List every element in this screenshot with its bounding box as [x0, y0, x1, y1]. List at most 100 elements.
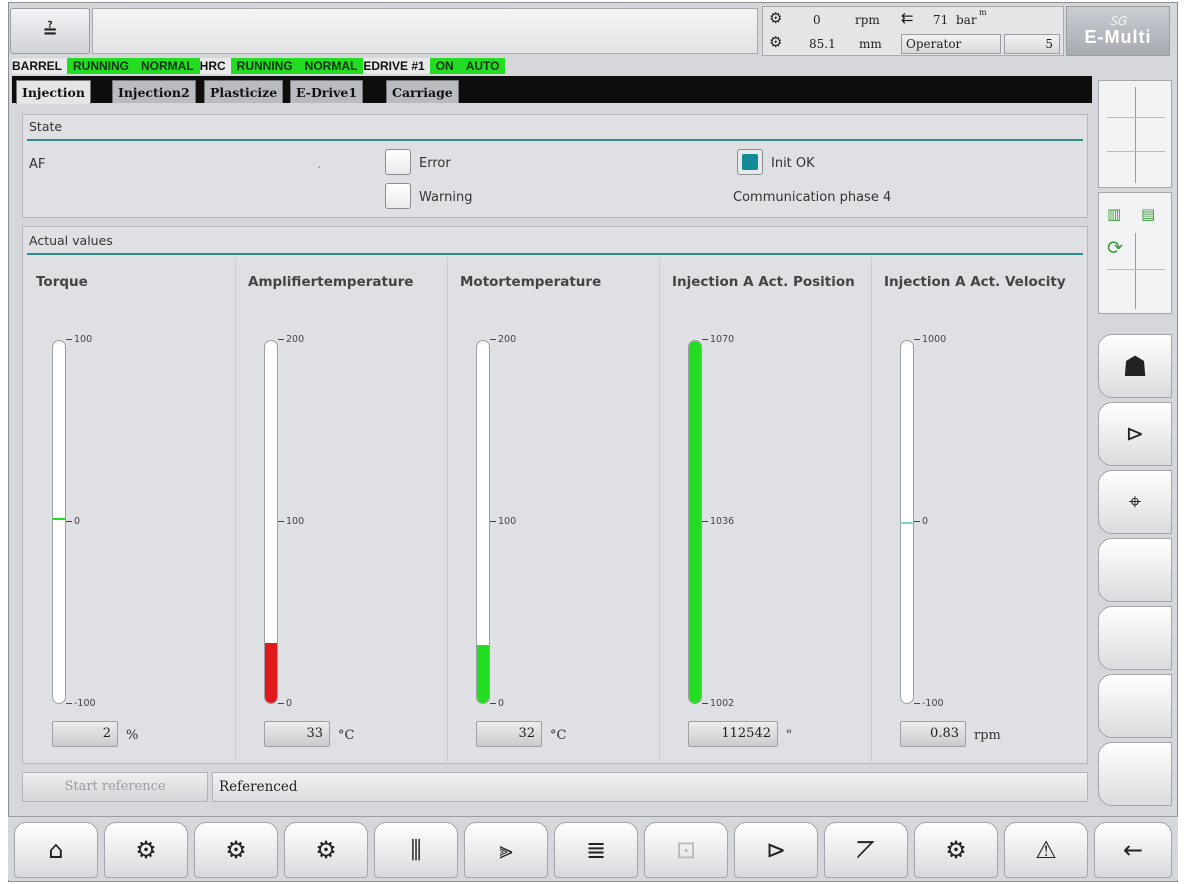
- message-field: [92, 8, 758, 54]
- gauge-value: 0.83: [900, 721, 966, 747]
- list-button[interactable]: ≣: [554, 822, 638, 878]
- referenced-status: Referenced: [212, 772, 1088, 802]
- gauge-max-tick: 1070: [702, 334, 734, 345]
- strip-item: RUNNING: [67, 58, 135, 74]
- communication-phase: Communication phase 4: [733, 190, 892, 205]
- strip-item: RUNNING: [230, 58, 299, 74]
- gauge-bar: [476, 340, 490, 704]
- gauge-fill: [689, 341, 701, 703]
- e-multi-logo: ᏚᏀ E-Multi: [1066, 6, 1170, 56]
- sidebar-status-slot: ▥ ▤ ⟳: [1098, 192, 1172, 314]
- sidebar-empty-button[interactable]: [1098, 674, 1172, 738]
- gauge-title: Injection A Act. Velocity: [884, 274, 1066, 290]
- back-icon: ←: [1122, 836, 1144, 864]
- help-context-icon: ≟: [42, 20, 58, 42]
- strip-item: NORMAL: [298, 58, 364, 74]
- pressure-icon: ⇇: [901, 9, 914, 27]
- logo-mark: ᏚᏀ: [1109, 13, 1127, 28]
- injection-unit-button[interactable]: ⚙: [104, 822, 188, 878]
- settings-icon: ⚙: [945, 836, 967, 864]
- operator-button[interactable]: ☗: [1098, 334, 1172, 398]
- access-level-field: 5: [1004, 34, 1060, 54]
- actual-values-underline: [27, 253, 1083, 255]
- gauge-fill: [477, 645, 489, 703]
- strip-item: BARREL: [12, 58, 67, 74]
- nozzle-icon: ⚙: [315, 836, 337, 864]
- alarm-button[interactable]: ⚠: [1004, 822, 1088, 878]
- screw-position-icon: ⚙: [769, 33, 783, 51]
- robot-icon: ⊡: [675, 836, 697, 864]
- ejector-button[interactable]: ⊳: [1098, 402, 1172, 466]
- tab-e-drive1[interactable]: E-Drive1: [290, 80, 364, 103]
- injection-unit-icon: ⚙: [135, 836, 157, 864]
- machine-state-strip: BARREL RUNNING NORMAL HRC RUNNING NORMAL EDRIV…: [12, 58, 506, 74]
- barrel-icon: ⚙: [225, 836, 247, 864]
- tab-carriage[interactable]: Carriage: [386, 80, 459, 103]
- gauge-value: 32: [476, 721, 542, 747]
- af-value: .: [317, 157, 322, 172]
- home-icon: ⌂: [48, 836, 64, 864]
- pressure-value: 71: [933, 13, 949, 27]
- logo-text: E-Multi: [1084, 26, 1152, 47]
- ejector-icon: ⊳: [1125, 421, 1145, 447]
- nozzle-button[interactable]: ⚙: [284, 822, 368, 878]
- mold-open-button[interactable]: ⊳: [734, 822, 818, 878]
- gauge-title: Motortemperature: [460, 274, 602, 290]
- cycle-icon: ⟳: [1107, 237, 1123, 259]
- start-reference-button[interactable]: Start reference: [22, 772, 208, 802]
- home-button[interactable]: ⌂: [14, 822, 98, 878]
- injection-profile-button[interactable]: ⫸: [464, 822, 548, 878]
- back-button[interactable]: ←: [1094, 822, 1172, 878]
- temperature-button[interactable]: ⫼: [374, 822, 458, 878]
- graph-button[interactable]: ⦢: [824, 822, 908, 878]
- gauge-value: 112542: [688, 721, 778, 747]
- tab-injection2[interactable]: Injection2: [112, 80, 196, 103]
- gauge-min-tick: 0: [490, 698, 504, 709]
- machine-status-box: ⚙ 0 rpm ⇇ 71 bar m ⚙ 85.1 mm Operator 5: [762, 6, 1064, 56]
- strip-item: NORMAL: [135, 58, 200, 74]
- gauge-min-tick: -100: [914, 698, 944, 709]
- injection-profile-icon: ⫸: [499, 836, 513, 864]
- settings-button[interactable]: ⚙: [914, 822, 998, 878]
- actual-values-panel: Actual values: [22, 226, 1088, 764]
- gauge-title: Torque: [36, 274, 88, 290]
- gauge-bar: [52, 340, 66, 704]
- temperature-icon: ⫼: [410, 836, 422, 864]
- sidebar-empty-button[interactable]: [1098, 606, 1172, 670]
- chart-user-button[interactable]: ⌖: [1098, 470, 1172, 534]
- operator-field[interactable]: Operator: [901, 34, 1001, 54]
- robot-button[interactable]: ⊡: [644, 822, 728, 878]
- pressure-unit: bar: [956, 13, 977, 27]
- state-panel: State AF . Error Warning Init OK Communi…: [22, 114, 1088, 218]
- gauge-mid-tick: 100: [490, 516, 516, 527]
- help-button[interactable]: ≟: [10, 8, 90, 54]
- graph-icon: ⦢: [856, 836, 876, 864]
- tab-injection[interactable]: Injection: [16, 80, 91, 104]
- chart-user-icon: ⌖: [1128, 489, 1142, 515]
- sidebar-empty-button[interactable]: [1098, 742, 1172, 806]
- state-title: State: [29, 119, 63, 134]
- barrel-button[interactable]: ⚙: [194, 822, 278, 878]
- gauge-mid-tick: 100: [278, 516, 304, 527]
- gauge-max-tick: 200: [490, 334, 516, 345]
- gauge-marker: [900, 522, 914, 524]
- reference-strip: Start reference Referenced: [22, 770, 1088, 804]
- sidebar-empty-button[interactable]: [1098, 538, 1172, 602]
- column-separator: [447, 258, 448, 762]
- mold-open-icon: ⊳: [765, 836, 787, 864]
- gauge-marker: [52, 518, 66, 521]
- tab-plasticize[interactable]: Plasticize: [204, 80, 284, 103]
- gauge-max-tick: 100: [66, 334, 92, 345]
- screw-speed-icon: ⚙: [769, 9, 783, 27]
- gauge-fill: [265, 643, 277, 703]
- gauge-mid-tick: 0: [914, 516, 928, 527]
- gauge-bar: [688, 340, 702, 704]
- error-checkbox: [385, 149, 411, 175]
- gauge-unit: °C: [550, 728, 567, 743]
- gauge-title: Amplifiertemperature: [248, 274, 414, 290]
- gauge-min-tick: 0: [278, 698, 292, 709]
- gauge-mid-tick: 1036: [702, 516, 734, 527]
- mold-icon: ▤: [1141, 205, 1156, 223]
- barrel-heating-icon: ▥: [1107, 205, 1122, 223]
- gauge-bar: [264, 340, 278, 704]
